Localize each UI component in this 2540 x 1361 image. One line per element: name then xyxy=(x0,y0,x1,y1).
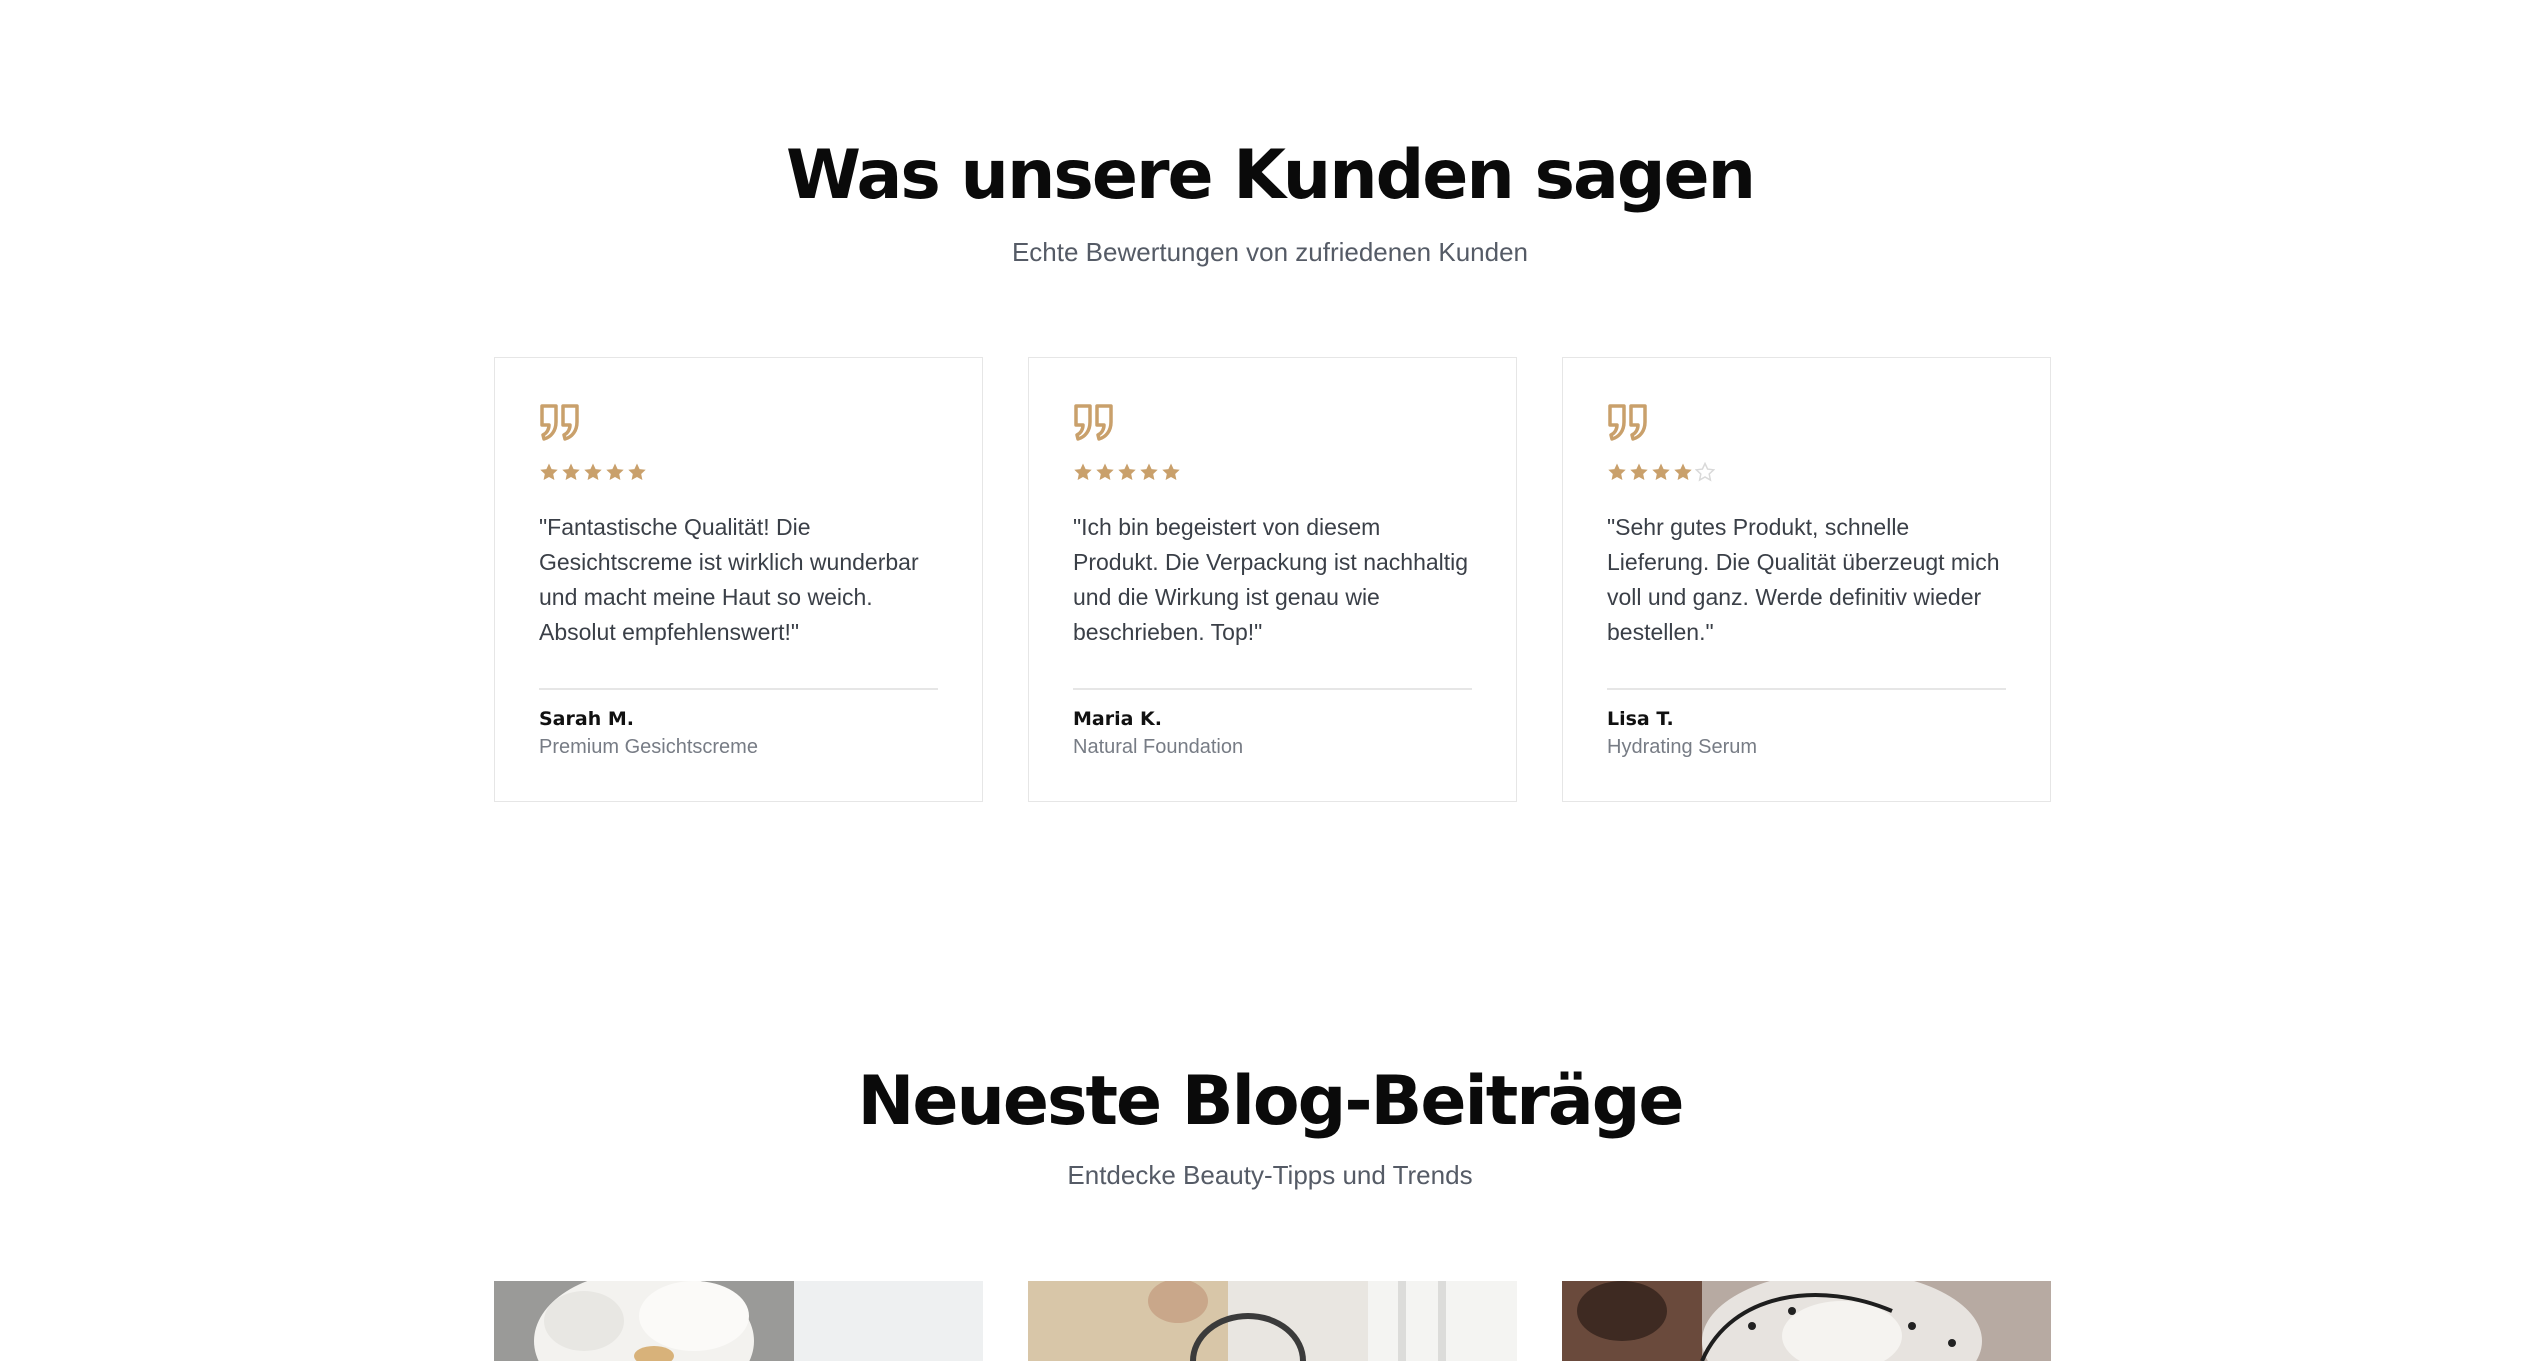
divider xyxy=(1073,688,1472,690)
rating-stars xyxy=(1607,462,2006,486)
divider xyxy=(539,688,938,690)
testimonial-product: Natural Foundation xyxy=(1073,736,1244,758)
star-filled-icon xyxy=(540,463,558,480)
star-empty-icon xyxy=(1695,462,1715,482)
star-filled-icon xyxy=(1674,463,1692,480)
flower-image xyxy=(494,1281,983,1361)
testimonial-card: "Fantastische Qualität! Die Gesichtscrem… xyxy=(494,357,983,802)
testimonial-cards: "Fantastische Qualität! Die Gesichtscrem… xyxy=(494,357,2051,802)
testimonial-text: "Fantastische Qualität! Die Gesichtscrem… xyxy=(539,514,919,645)
testimonial-author: Maria K. xyxy=(1073,708,1162,730)
star-filled-icon xyxy=(1630,463,1648,480)
quote-icon xyxy=(1608,404,1647,441)
star-filled-icon xyxy=(1652,463,1670,480)
testimonial-author: Lisa T. xyxy=(1607,708,1674,730)
star-filled-icon xyxy=(606,463,624,480)
star-filled-icon xyxy=(1140,463,1158,480)
blog-post-image[interactable] xyxy=(1028,1281,1517,1361)
rating-stars xyxy=(1073,462,1472,486)
testimonials-subtitle: Echte Bewertungen von zufriedenen Kunden xyxy=(1011,237,1529,267)
testimonial-product: Premium Gesichtscreme xyxy=(539,736,758,758)
skincare-image xyxy=(1562,1281,2051,1361)
vanity-image xyxy=(1028,1281,1517,1361)
testimonial-text: "Sehr gutes Produkt, schnelle Lieferung.… xyxy=(1607,514,2000,645)
blog-title: Neueste Blog-Beiträge xyxy=(857,1062,1684,1141)
blog-post-image[interactable] xyxy=(1562,1281,2051,1361)
blog-cards xyxy=(494,1281,2051,1361)
rating-stars xyxy=(539,462,938,486)
star-filled-icon xyxy=(1118,463,1136,480)
star-filled-icon xyxy=(1096,463,1114,480)
divider xyxy=(1607,688,2006,690)
star-filled-icon xyxy=(1608,463,1626,480)
quote-icon xyxy=(540,404,579,441)
quote-icon xyxy=(1074,404,1113,441)
testimonial-author: Sarah M. xyxy=(539,708,634,730)
star-filled-icon xyxy=(562,463,580,480)
star-filled-icon xyxy=(584,463,602,480)
testimonials-title: Was unsere Kunden sagen xyxy=(785,136,1756,215)
blog-post-image[interactable] xyxy=(494,1281,983,1361)
testimonial-text: "Ich bin begeistert von diesem Produkt. … xyxy=(1073,514,1469,645)
star-filled-icon xyxy=(628,463,646,480)
testimonial-card: "Sehr gutes Produkt, schnelle Lieferung.… xyxy=(1562,357,2051,802)
star-filled-icon xyxy=(1074,463,1092,480)
blog-subtitle: Entdecke Beauty-Tipps und Trends xyxy=(1067,1160,1473,1190)
testimonial-product: Hydrating Serum xyxy=(1607,736,1758,758)
star-filled-icon xyxy=(1162,463,1180,480)
testimonial-card: "Ich bin begeistert von diesem Produkt. … xyxy=(1028,357,1517,802)
